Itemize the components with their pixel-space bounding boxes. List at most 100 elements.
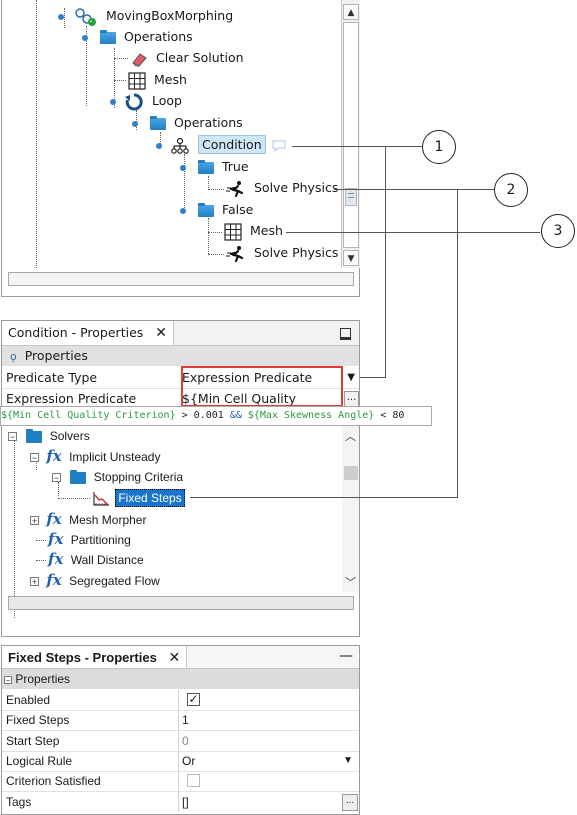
property-row-fixed-steps[interactable]: Fixed Steps 1 (2, 710, 359, 731)
comment-icon (272, 140, 286, 152)
scrollbar-track[interactable] (343, 22, 359, 248)
tree-node-label: Solve Physics (253, 245, 339, 260)
collapse-icon[interactable]: − (52, 473, 61, 483)
folder-icon (70, 469, 87, 484)
tree-node-moving-box-morphing[interactable]: MovingBoxMorphing (58, 6, 233, 26)
callout-1: 1 (422, 130, 456, 164)
property-key: Start Step (6, 734, 60, 748)
expanded-node-icon[interactable] (58, 14, 64, 20)
close-tab-icon[interactable]: ✕ (168, 649, 180, 665)
expanded-node-icon[interactable] (110, 99, 116, 105)
scroll-down-icon[interactable]: ﹀ (345, 574, 356, 590)
minimize-panel-icon[interactable]: — (339, 648, 353, 664)
expanded-node-icon[interactable] (180, 165, 186, 171)
scroll-up-icon[interactable]: ▲ (343, 4, 359, 20)
collapse-icon[interactable]: − (4, 675, 12, 684)
tree-guide (208, 254, 224, 255)
collapse-icon[interactable]: − (30, 453, 39, 463)
condition-properties-panel: Condition - Properties ✕ ǫ Properties Pr… (1, 320, 360, 426)
property-row-enabled[interactable]: Enabled ✓ (2, 690, 359, 711)
tree-node-clear-solution[interactable]: Clear Solution (130, 48, 244, 68)
close-tab-icon[interactable]: ✕ (155, 325, 167, 341)
property-key: Logical Rule (6, 754, 73, 768)
vertical-scrollbar[interactable]: ︿ ﹀ (342, 424, 359, 592)
tree-node-label: Operations (123, 29, 193, 44)
tree-guide (208, 232, 222, 233)
property-row-criterion-satisfied[interactable]: Criterion Satisfied (2, 771, 359, 792)
tab-fixed-steps-properties[interactable]: Fixed Steps - Properties ✕ (2, 646, 188, 668)
property-value-dropdown[interactable]: Or (182, 751, 195, 771)
tree-node-condition[interactable]: Condition (156, 135, 286, 155)
tree-node-mesh-morpher[interactable]: + fx Mesh Morpher (30, 509, 146, 529)
tree-node-mesh[interactable]: Mesh (128, 70, 187, 90)
scroll-up-icon[interactable]: ︿ (345, 428, 356, 444)
tree-node-true[interactable]: True (180, 157, 249, 177)
tree-guide (58, 498, 90, 499)
property-value-input[interactable]: 0 (182, 731, 189, 751)
tree-node-operations[interactable]: Operations (82, 27, 193, 47)
tree-node-loop-operations[interactable]: Operations (132, 113, 243, 133)
ellipsis-button[interactable]: ... (342, 794, 358, 811)
expand-icon[interactable]: + (30, 577, 39, 587)
property-value-input[interactable]: 1 (182, 710, 189, 730)
expression-tooltip: ${Min Cell Quality Criterion} > 0.001 &&… (0, 406, 432, 426)
tree-node-solve-physics-false[interactable]: Solve Physics (226, 243, 338, 263)
section-label: Properties (15, 672, 71, 686)
tree-node-label-selected: Condition (197, 135, 266, 154)
section-label: Properties (24, 348, 88, 363)
tree-node-false[interactable]: False (180, 200, 253, 220)
expanded-node-icon[interactable] (180, 208, 186, 214)
expanded-node-icon[interactable] (82, 35, 88, 41)
expand-icon[interactable]: + (30, 516, 39, 526)
tree-node-label: Solve Physics (253, 180, 339, 195)
scrollbar-thumb[interactable] (345, 188, 357, 206)
horizontal-scrollbar[interactable] (8, 272, 354, 286)
tree-node-wall-distance[interactable]: fx Wall Distance (48, 549, 144, 569)
tree-node-label: Solvers (49, 429, 90, 443)
horizontal-scrollbar[interactable] (8, 596, 354, 610)
enabled-checkbox[interactable]: ✓ (187, 693, 200, 706)
tree-node-label: Mesh (153, 72, 187, 87)
minimize-panel-icon[interactable] (340, 328, 351, 340)
tree-node-label: False (221, 202, 254, 217)
expression-and: && (229, 410, 242, 421)
property-value-input[interactable]: [] (182, 792, 189, 812)
tree-node-label: Mesh Morpher (69, 513, 147, 527)
leader-line (360, 377, 386, 378)
property-key: Tags (6, 795, 32, 809)
function-icon: fx (48, 530, 64, 548)
tab-condition-properties[interactable]: Condition - Properties ✕ (2, 321, 174, 345)
expanded-node-icon[interactable] (156, 143, 162, 149)
eraser-icon (132, 52, 147, 67)
expanded-node-icon[interactable] (132, 121, 138, 127)
tree-guide (114, 80, 126, 81)
tree-node-label: Stopping Criteria (93, 470, 184, 484)
function-icon: fx (48, 550, 64, 568)
scrollbar-thumb[interactable] (344, 466, 358, 480)
tree-guide (36, 540, 46, 541)
tree-node-stopping-criteria[interactable]: − Stopping Criteria (52, 467, 183, 487)
folder-icon (149, 115, 166, 130)
tree-node-label: Loop (151, 93, 182, 108)
tree-node-solvers[interactable]: − Solvers (8, 426, 90, 446)
properties-section-header[interactable]: − Properties (2, 669, 359, 689)
callout-2: 2 (494, 173, 528, 207)
dropdown-arrow-icon[interactable]: ▼ (347, 368, 355, 388)
function-icon: fx (46, 571, 62, 589)
properties-section-header[interactable]: ǫ Properties (2, 346, 359, 366)
property-row-logical-rule[interactable]: Logical Rule Or ▼ (2, 751, 359, 772)
tree-node-loop[interactable]: Loop (110, 91, 182, 111)
scroll-down-icon[interactable]: ▼ (343, 250, 359, 266)
property-row-start-step[interactable]: Start Step 0 (2, 731, 359, 752)
tree-node-fixed-steps[interactable]: Fixed Steps (92, 488, 185, 508)
collapse-icon[interactable]: − (8, 432, 17, 442)
vertical-scrollbar[interactable]: ▲ ▼ (341, 0, 360, 268)
tree-node-partitioning[interactable]: fx Partitioning (48, 529, 131, 549)
tree-node-mesh-false[interactable]: Mesh (224, 221, 283, 241)
tree-node-segregated-flow[interactable]: + fx Segregated Flow (30, 570, 160, 590)
dropdown-arrow-icon[interactable]: ▼ (343, 751, 353, 771)
condition-branch-icon (171, 137, 189, 154)
property-row-tags[interactable]: Tags [] ... (2, 792, 359, 812)
tree-node-implicit-unsteady[interactable]: − fx Implicit Unsteady (30, 446, 160, 466)
tree-node-solve-physics-true[interactable]: Solve Physics (226, 178, 338, 198)
